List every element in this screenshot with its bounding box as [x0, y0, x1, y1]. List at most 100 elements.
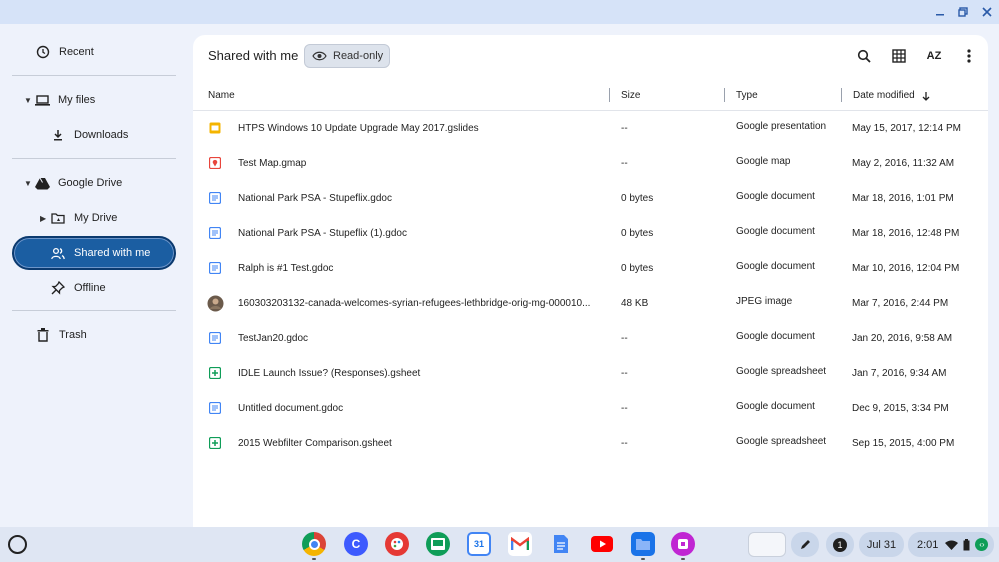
table-row[interactable]: Untitled document.gdoc -- Google document D…	[193, 392, 988, 427]
page-title: Shared with me	[208, 48, 299, 63]
drive-icon	[34, 175, 50, 191]
sidebar-item-label: My files	[58, 94, 96, 106]
trash-icon	[35, 327, 51, 343]
file-date-modified: Mar 10, 2016, 12:04 PM	[852, 263, 960, 274]
sidebar-item-label: Recent	[59, 46, 94, 58]
table-row[interactable]: National Park PSA - Stupeflix.gdoc 0 byte…	[193, 182, 988, 217]
column-size[interactable]: Size	[621, 90, 640, 101]
file-name: Untitled document.gdoc	[238, 403, 344, 414]
file-name: National Park PSA - Stupeflix (1).gdoc	[238, 228, 407, 239]
grid-view-button[interactable]	[889, 46, 909, 66]
file-type: Google document	[736, 331, 815, 342]
table-row[interactable]: 160303203132-canada-welcomes-syrian-refu…	[193, 287, 988, 322]
screenshot-thumbnail[interactable]	[748, 532, 786, 557]
status-tray[interactable]: 2:01 ‹›	[908, 532, 994, 557]
column-resize-handle[interactable]	[609, 88, 610, 102]
canvas-icon[interactable]: C	[344, 532, 368, 556]
more-vertical-icon	[967, 49, 971, 63]
file-size: --	[621, 403, 628, 414]
sidebar-item-downloads[interactable]: Downloads	[12, 118, 176, 152]
column-date-modified[interactable]: Date modified	[853, 90, 931, 101]
running-indicator	[641, 558, 645, 560]
sidebar-item-offline[interactable]: Offline	[12, 271, 176, 305]
table-row[interactable]: TestJan20.gdoc -- Google document Jan 20, 2…	[193, 322, 988, 357]
slides-file-icon	[208, 121, 222, 135]
file-name: Ralph is #1 Test.gdoc	[238, 263, 334, 274]
file-size: 0 bytes	[621, 263, 654, 274]
file-list-panel: Shared with me Read-only AZ Name Size Ty…	[193, 35, 988, 527]
expand-arrow-icon[interactable]: ▼	[24, 96, 34, 105]
sort-button[interactable]: AZ	[924, 46, 944, 66]
file-name: IDLE Launch Issue? (Responses).gsheet	[238, 368, 421, 379]
screencast-icon[interactable]	[671, 532, 695, 556]
file-date-modified: Mar 7, 2016, 2:44 PM	[852, 298, 949, 309]
expand-arrow-icon[interactable]: ▼	[24, 179, 34, 188]
table-row[interactable]: 2015 Webfilter Comparison.gsheet -- Google…	[193, 427, 988, 462]
files-icon[interactable]	[631, 532, 655, 556]
file-name: TestJan20.gdoc	[238, 333, 309, 344]
sidebar-item-label: My Drive	[74, 212, 118, 224]
close-button[interactable]	[979, 4, 995, 20]
sidebar-item-recent[interactable]: Recent	[12, 35, 176, 69]
search-button[interactable]	[854, 46, 874, 66]
launcher-button[interactable]	[8, 535, 27, 554]
notification-button[interactable]: 1	[826, 532, 854, 557]
gmail-icon[interactable]	[508, 532, 532, 556]
doc-file-icon	[208, 261, 222, 275]
grid-icon	[892, 49, 906, 63]
column-name[interactable]: Name	[208, 90, 235, 101]
download-icon	[50, 127, 66, 143]
calendar-icon[interactable]: 31	[467, 532, 491, 556]
file-type: Google document	[736, 191, 815, 202]
window-titlebar	[0, 0, 999, 24]
youtube-icon[interactable]	[590, 532, 614, 556]
column-type[interactable]: Type	[736, 90, 758, 101]
file-size: --	[621, 438, 628, 449]
classroom-icon[interactable]	[426, 532, 450, 556]
table-row[interactable]: Ralph is #1 Test.gdoc 0 bytes Google docum…	[193, 252, 988, 287]
sidebar-item-trash[interactable]: Trash	[12, 318, 176, 352]
sidebar-item-label: Offline	[74, 282, 106, 294]
pin-icon	[50, 280, 66, 296]
file-size: --	[621, 333, 628, 344]
chrome-icon[interactable]	[302, 532, 326, 556]
file-type: Google document	[736, 401, 815, 412]
minimize-icon	[936, 14, 944, 16]
column-resize-handle[interactable]	[841, 88, 842, 102]
table-row[interactable]: National Park PSA - Stupeflix (1).gdoc 0 …	[193, 217, 988, 252]
sidebar-item-my-files[interactable]: ▼ My files	[12, 83, 176, 117]
clock-icon	[35, 44, 51, 60]
expand-arrow-icon[interactable]: ▶	[40, 214, 50, 223]
notification-count: 1	[833, 537, 847, 552]
file-size: 0 bytes	[621, 228, 654, 239]
stylus-tools-button[interactable]	[791, 532, 819, 557]
sidebar-item-shared-with-me[interactable]: Shared with me	[12, 236, 176, 270]
file-size: --	[621, 123, 628, 134]
table-row[interactable]: Test Map.gmap -- Google map May 2, 2016, 11…	[193, 147, 988, 182]
shelf: C 31 1 Jul 31 2:01 ‹›	[0, 527, 999, 562]
laptop-icon	[34, 92, 50, 108]
maximize-button[interactable]	[955, 4, 971, 20]
file-name: 2015 Webfilter Comparison.gsheet	[238, 438, 392, 449]
search-icon	[857, 49, 871, 63]
minimize-button[interactable]	[932, 4, 948, 20]
folder-drive-icon	[50, 210, 66, 226]
sheet-file-icon	[208, 436, 222, 450]
files-app: Recent ▼ My files Downloads ▼ Google Dri…	[0, 24, 999, 527]
column-resize-handle[interactable]	[724, 88, 725, 102]
sidebar-divider	[12, 158, 176, 159]
sidebar-item-my-drive[interactable]: ▶ My Drive	[12, 201, 176, 235]
file-date-modified: Dec 9, 2015, 3:34 PM	[852, 403, 949, 414]
paint-icon[interactable]	[385, 532, 409, 556]
read-only-badge[interactable]: Read-only	[304, 44, 390, 68]
read-only-label: Read-only	[333, 50, 384, 62]
table-row[interactable]: IDLE Launch Issue? (Responses).gsheet -- G…	[193, 357, 988, 392]
more-options-button[interactable]	[959, 46, 979, 66]
table-row[interactable]: HTPS Windows 10 Update Upgrade May 2017.…	[193, 112, 988, 147]
docs-icon[interactable]	[549, 532, 573, 556]
sidebar-item-google-drive[interactable]: ▼ Google Drive	[12, 166, 176, 200]
file-size: --	[621, 368, 628, 379]
file-name: National Park PSA - Stupeflix.gdoc	[238, 193, 392, 204]
doc-file-icon	[208, 191, 222, 205]
date-button[interactable]: Jul 31	[859, 532, 904, 557]
